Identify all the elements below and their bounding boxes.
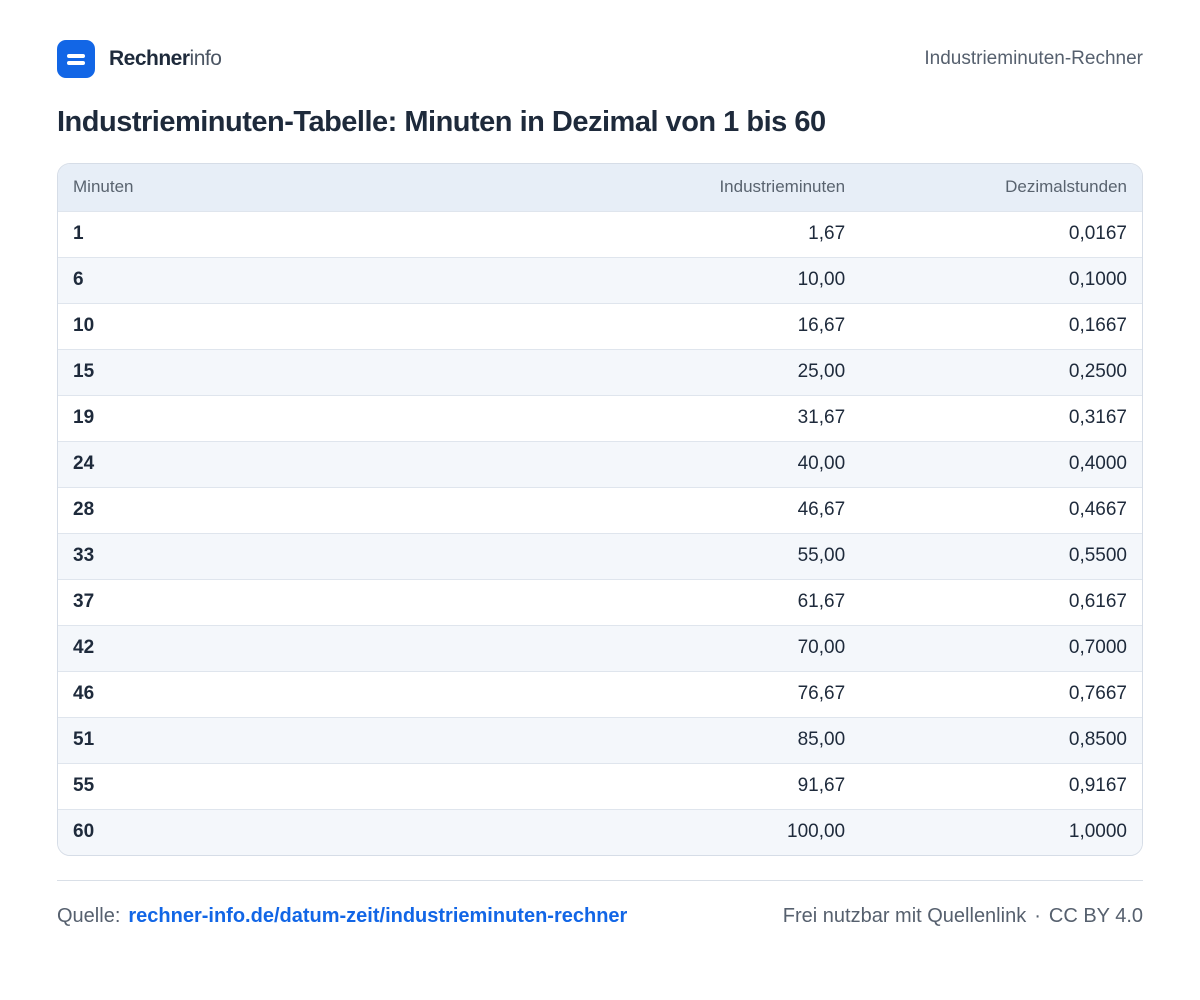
brand[interactable]: Rechnerinfo [57, 40, 222, 78]
column-header-minuten: Minuten [73, 177, 134, 197]
table-row: 46 76,67 0,7667 [58, 671, 1142, 717]
table-row: 51 85,00 0,8500 [58, 717, 1142, 763]
cell-dezimalstunden: 0,8500 [1068, 729, 1127, 750]
source-link[interactable]: rechner-info.de/datum-zeit/industrieminu… [128, 905, 627, 927]
usage-note: Frei nutzbar mit Quellenlink [782, 905, 1027, 927]
cell-dezimalstunden: 0,7667 [1068, 683, 1127, 704]
cell-minuten: 1 [73, 223, 84, 244]
table-row: 28 46,67 0,4667 [58, 487, 1142, 533]
cell-minuten: 10 [73, 315, 95, 336]
cell-minuten: 37 [73, 591, 95, 612]
brand-name-strong: Rechner [109, 47, 190, 70]
cell-industrieminuten: 100,00 [787, 821, 846, 843]
cell-dezimalstunden: 0,3167 [1068, 407, 1127, 428]
cell-minuten: 51 [73, 729, 95, 750]
cell-industrieminuten: 10,00 [797, 269, 846, 290]
cell-industrieminuten: 16,67 [797, 315, 846, 336]
table-row: 6 10,00 0,1000 [58, 257, 1142, 303]
cell-minuten: 19 [73, 407, 95, 428]
brand-name: Rechnerinfo [109, 47, 222, 71]
cell-industrieminuten: 91,67 [797, 775, 846, 796]
cell-industrieminuten: 85,00 [797, 729, 846, 750]
table-row: 60 100,00 1,0000 [58, 809, 1142, 855]
cell-minuten: 15 [73, 361, 95, 382]
cell-industrieminuten: 76,67 [797, 683, 846, 704]
cell-minuten: 28 [73, 499, 95, 520]
license-info: Frei nutzbar mit Quellenlink · CC BY 4.0 [783, 905, 1143, 928]
table-row: 10 16,67 0,1667 [58, 303, 1142, 349]
cell-dezimalstunden: 0,1667 [1068, 315, 1127, 336]
cell-industrieminuten: 61,67 [797, 591, 846, 612]
cell-minuten: 33 [73, 545, 95, 566]
license-name: CC BY 4.0 [1048, 905, 1143, 927]
cell-industrieminuten: 40,00 [797, 453, 846, 474]
license-separator: · [1034, 905, 1041, 927]
table-row: 24 40,00 0,4000 [58, 441, 1142, 487]
cell-minuten: 55 [73, 775, 95, 796]
column-header-industrieminuten: Industrieminuten [719, 177, 846, 197]
cell-dezimalstunden: 0,7000 [1068, 637, 1127, 658]
cell-minuten: 6 [73, 269, 84, 290]
top-bar: Rechnerinfo Industrieminuten-Rechner [57, 40, 1143, 78]
cell-industrieminuten: 31,67 [797, 407, 846, 428]
cell-dezimalstunden: 0,2500 [1068, 361, 1127, 382]
cell-dezimalstunden: 0,4000 [1068, 453, 1127, 474]
cell-minuten: 60 [73, 821, 95, 843]
cell-minuten: 42 [73, 637, 95, 658]
cell-dezimalstunden: 0,5500 [1068, 545, 1127, 566]
table-row: 42 70,00 0,7000 [58, 625, 1142, 671]
cell-industrieminuten: 46,67 [797, 499, 846, 520]
logo-icon [57, 40, 95, 78]
page-title: Industrieminuten-Tabelle: Minuten in Dez… [57, 106, 826, 138]
table-row: 37 61,67 0,6167 [58, 579, 1142, 625]
cell-dezimalstunden: 0,6167 [1068, 591, 1127, 612]
table-row: 33 55,00 0,5500 [58, 533, 1142, 579]
conversion-table: Minuten Industrieminuten Dezimalstunden … [57, 163, 1143, 856]
cell-dezimalstunden: 0,1000 [1068, 269, 1127, 290]
table-body: 1 1,67 0,0167 6 10,00 0,1000 10 16,67 0,1667 15 25… [58, 211, 1142, 855]
page: Rechnerinfo Industrieminuten-Rechner Ind… [0, 0, 1200, 1000]
footer-divider [57, 880, 1143, 881]
table-row: 19 31,67 0,3167 [58, 395, 1142, 441]
cell-industrieminuten: 55,00 [797, 545, 846, 566]
footer: Quelle: rechner-info.de/datum-zeit/indust… [57, 905, 1143, 928]
cell-minuten: 24 [73, 453, 95, 474]
brand-name-light: info [189, 47, 222, 70]
cell-industrieminuten: 25,00 [797, 361, 846, 382]
table-header-row: Minuten Industrieminuten Dezimalstunden [58, 164, 1142, 211]
cell-minuten: 46 [73, 683, 95, 704]
cell-dezimalstunden: 0,0167 [1068, 223, 1127, 244]
calculator-name: Industrieminuten-Rechner [924, 48, 1143, 69]
source: Quelle: rechner-info.de/datum-zeit/indust… [57, 905, 627, 928]
table-row: 55 91,67 0,9167 [58, 763, 1142, 809]
cell-dezimalstunden: 0,9167 [1068, 775, 1127, 796]
table-row: 15 25,00 0,2500 [58, 349, 1142, 395]
cell-industrieminuten: 1,67 [808, 223, 846, 244]
source-label: Quelle: [57, 905, 121, 927]
cell-industrieminuten: 70,00 [797, 637, 846, 658]
cell-dezimalstunden: 1,0000 [1068, 821, 1127, 843]
cell-dezimalstunden: 0,4667 [1068, 499, 1127, 520]
column-header-dezimalstunden: Dezimalstunden [1005, 177, 1127, 197]
table-row: 1 1,67 0,0167 [58, 211, 1142, 257]
